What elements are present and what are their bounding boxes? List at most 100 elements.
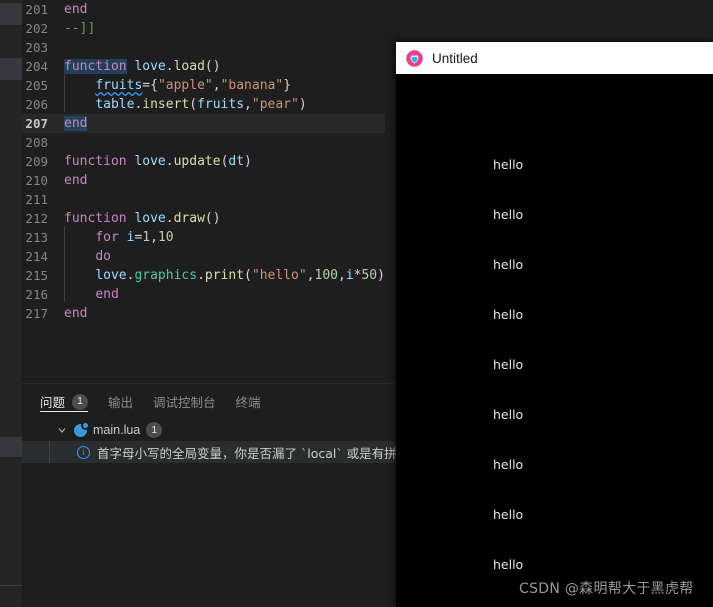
code-line[interactable]: 207 end xyxy=(22,114,385,133)
panel-tab-label: 终端 xyxy=(235,396,261,410)
code-token: ) xyxy=(298,97,307,112)
code-token: , xyxy=(150,230,158,245)
panel-tab-label: 调试控制台 xyxy=(153,396,216,410)
strip-highlight-panel xyxy=(0,437,22,457)
line-number: 204 xyxy=(25,59,48,74)
code-line[interactable]: 209 function love.update(dt) xyxy=(22,152,385,171)
code-token: , xyxy=(244,97,252,112)
code-text: end xyxy=(64,114,88,133)
code-line[interactable]: 202 --]] xyxy=(22,19,385,38)
code-token: end xyxy=(64,116,88,131)
indent-guide xyxy=(64,226,95,247)
panel-tab-label: 问题 xyxy=(40,396,66,410)
line-number: 202 xyxy=(25,21,48,36)
canvas-hello-text: hello xyxy=(493,157,524,172)
code-text: --]] xyxy=(64,19,95,38)
love-title-bar[interactable]: Untitled xyxy=(396,42,713,74)
code-line[interactable]: 210 end xyxy=(22,171,385,190)
canvas-hello-text: hello xyxy=(493,207,524,222)
code-token: 100 xyxy=(314,268,338,283)
code-text: table.insert(fruits,"pear") xyxy=(64,93,307,114)
code-lines-container[interactable]: 201 end 202 --]] 203 204 function love.load() 2… xyxy=(22,0,385,323)
code-token: 10 xyxy=(157,230,174,245)
line-number: 214 xyxy=(25,249,48,264)
code-token: function xyxy=(64,154,127,169)
code-line[interactable]: 214 do xyxy=(22,245,385,266)
line-number: 209 xyxy=(25,154,48,169)
code-token: "banana" xyxy=(220,78,284,93)
problems-file-name: main.lua xyxy=(93,423,141,437)
canvas-hello-text: hello xyxy=(493,457,524,472)
code-text: end xyxy=(64,0,87,19)
code-line[interactable]: 201 end xyxy=(22,0,385,19)
problems-file-count-badge: 1 xyxy=(146,422,163,438)
line-number: 208 xyxy=(25,135,48,150)
line-number: 201 xyxy=(25,2,48,17)
code-token: } xyxy=(283,78,292,93)
code-line[interactable]: 213 for i=1,10 xyxy=(22,226,385,247)
panel-tab-badge: 1 xyxy=(72,393,89,410)
code-line[interactable]: 211 xyxy=(22,190,385,209)
strip-highlight-mid xyxy=(0,58,22,80)
love-window-title: Untitled xyxy=(432,50,478,66)
code-token: graphics xyxy=(134,268,198,283)
code-token: love xyxy=(134,59,166,74)
indent-guide xyxy=(64,245,95,266)
code-token: ( xyxy=(244,268,252,283)
code-line[interactable]: 217 end xyxy=(22,304,385,323)
code-text: end xyxy=(64,283,119,304)
panel-tab-0[interactable]: 问题 1 xyxy=(40,384,89,419)
canvas-hello-text: hello xyxy=(493,557,524,572)
code-token: ) xyxy=(377,268,385,283)
code-token: end xyxy=(64,2,88,17)
strip-divider xyxy=(0,585,22,586)
code-token: . xyxy=(197,268,205,283)
code-line[interactable]: 212 function love.draw() xyxy=(22,209,385,228)
code-token: --]] xyxy=(64,21,96,36)
code-token: . xyxy=(165,59,174,74)
love-canvas[interactable]: hello hello hello hello hello hello hello hello… xyxy=(396,74,713,607)
line-number: 211 xyxy=(25,192,48,207)
code-token: function xyxy=(64,211,127,226)
code-line[interactable]: 205 fruits={"apple","banana"} xyxy=(22,74,385,95)
code-token: () xyxy=(204,59,221,74)
code-line[interactable]: 206 table.insert(fruits,"pear") xyxy=(22,93,385,114)
chevron-down-icon[interactable] xyxy=(56,424,68,436)
code-line[interactable]: 216 end xyxy=(22,283,385,304)
code-token: , xyxy=(212,78,221,93)
code-token: dt xyxy=(228,154,245,169)
code-token: . xyxy=(165,154,174,169)
line-number: 215 xyxy=(25,268,48,283)
code-text: function love.load() xyxy=(64,57,221,76)
panel-tab-label: 输出 xyxy=(108,396,134,410)
line-number: 213 xyxy=(25,230,48,245)
panel-tab-2[interactable]: 调试控制台 xyxy=(153,384,216,419)
code-token: "hello" xyxy=(251,268,307,283)
code-token: 1 xyxy=(142,230,151,245)
indent-guide xyxy=(64,93,95,114)
code-line[interactable]: 203 xyxy=(22,38,385,57)
code-token: ) xyxy=(244,154,252,169)
panel-tab-3[interactable]: 终端 xyxy=(236,384,261,419)
line-number: 216 xyxy=(25,287,48,302)
love-game-window[interactable]: Untitled hello hello hello hello hello hello h… xyxy=(396,42,713,607)
canvas-hello-text: hello xyxy=(493,357,524,372)
editor-left-strip[interactable] xyxy=(0,0,22,607)
code-token: insert xyxy=(142,97,190,112)
info-icon: i xyxy=(77,445,90,459)
code-line[interactable]: 215 love.graphics.print("hello",100,i*50… xyxy=(22,264,385,285)
code-text: function love.draw() xyxy=(64,209,221,228)
line-number: 210 xyxy=(25,173,48,188)
indent-guide xyxy=(64,264,95,285)
code-token: "pear" xyxy=(251,97,299,112)
code-text: love.graphics.print("hello",100,i*50) xyxy=(64,264,385,285)
code-line[interactable]: 208 xyxy=(22,133,385,152)
code-line[interactable]: 204 function love.load() xyxy=(22,57,385,76)
code-text: fruits={"apple","banana"} xyxy=(64,74,292,95)
line-number: 206 xyxy=(25,97,48,112)
panel-tab-1[interactable]: 输出 xyxy=(108,384,133,419)
code-token: load xyxy=(173,59,205,74)
code-token: , xyxy=(337,268,346,283)
code-token: fruits xyxy=(197,97,245,112)
line-number: 212 xyxy=(25,211,48,226)
